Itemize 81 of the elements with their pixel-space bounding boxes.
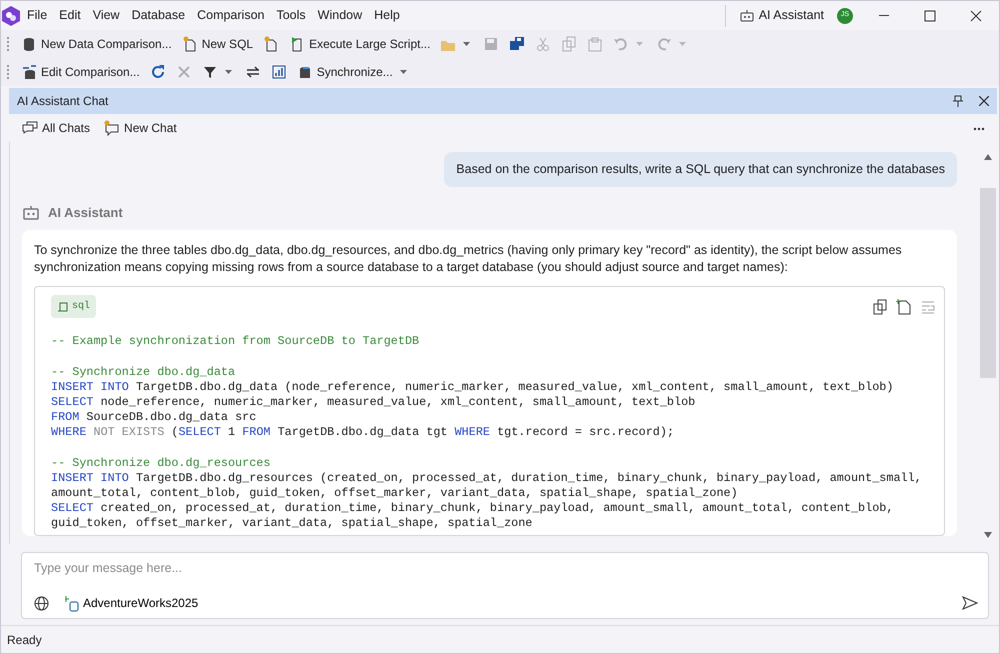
all-chats-button[interactable]: All Chats [17,117,96,139]
filter-icon [202,64,218,80]
minimize-icon [879,15,889,16]
close-icon [176,64,192,80]
save-all-icon [509,36,526,52]
code-line: SELECT created_on, processed_at, duration_time, binary_chunk, binary_payload, amount_small, amount_total, content_blob, [51,501,894,516]
database-chip[interactable]: AdventureWorks2025 [65,594,198,612]
toolbar-button[interactable]: Execute Large Script... [284,33,436,55]
send-button[interactable] [962,596,978,610]
close-icon [969,8,983,22]
globe-icon [34,596,49,610]
code-line: WHERE NOT EXISTS (SELECT 1 FROM TargetDB.dbo.dg_data tgt WHERE tgt.record = src.record); [51,425,676,440]
caret-icon [224,70,232,74]
maximize-icon [923,8,937,22]
copy-button[interactable] [872,298,888,315]
code-line: -- Example synchronization from SourceDB to TargetDB [51,334,420,350]
code-line: amount_total, content_blob, guid_token, offset_marker, variant_data, spatial_shape, spatial_zone) [51,486,739,502]
code-line: -- Synchronize dbo.dg_data [51,365,236,380]
refresh-icon [150,64,166,80]
pin-icon [953,95,963,107]
scrollbar-thumb[interactable] [980,188,996,378]
wrap-icon [920,298,936,315]
toolbar-button[interactable]: New SQL [176,33,258,55]
code-line: -- Synchronize dbo.dg_resources [51,456,272,472]
menu-item[interactable]: Help [368,6,406,25]
close-icon [979,96,989,106]
pin-button[interactable] [953,95,963,107]
chat-bubbles-icon [22,120,38,136]
database-icon [21,36,37,52]
code-line: INSERT INTO TargetDB.dbo.dg_resources (created_on, processed_at, duration_time, binary_chunk, binary_payload, amount_small, [51,471,923,486]
assistant-button[interactable]: AI Assistant [734,4,829,27]
copy-icon [872,298,888,315]
new-document-icon [896,298,912,315]
menu-item[interactable]: Database [126,6,192,25]
undo-icon [613,36,630,52]
toolbar-button[interactable]: Edit Comparison... [16,61,145,83]
language-badge: sql [51,295,96,318]
message-input: Type your message here... AdventureWorks2025 [21,552,989,619]
caret-icon [463,42,470,46]
new-chat-button[interactable]: New Chat [99,117,182,139]
report-icon [270,64,287,80]
caret-icon [636,42,644,46]
menu-item[interactable]: Window [312,6,368,25]
close-button[interactable] [979,96,989,106]
toolbar-button[interactable]: Synchronize... [292,61,415,83]
code-line: FROM SourceDB.dbo.dg_data src [51,410,258,426]
panel-title: AI Assistant Chat [17,93,110,110]
assistant-message: To synchronize the three tables dbo.dg_data, dbo.dg_resources, and dbo.dg_metrics (having only primary key "record" as identity), the script below assumes synchronization means copying missing rows from a source database to a target database (you should adjust source and target names): [34,242,903,276]
database-icon [21,64,37,80]
code-line: SELECT node_reference, numeric_marker, measured_value, xml_content, small_amount, text_blob [51,395,696,410]
paste-icon [587,36,604,52]
new-document-button[interactable] [896,298,912,315]
menu-item[interactable]: View [86,6,126,25]
database-icon [65,596,79,612]
caret-icon [400,70,407,74]
save-icon [483,36,500,52]
robot-icon [738,8,755,24]
more-icon [973,126,985,131]
user-message: Based on the comparison results, write a SQL query that can synchronize the databases [444,152,957,187]
scroll-up-icon[interactable] [984,154,992,160]
menu-item[interactable]: Edit [53,6,87,25]
globe-button[interactable] [34,596,49,610]
scroll-down-icon[interactable] [984,532,992,538]
menu-item[interactable]: Comparison [191,6,270,25]
send-icon [962,596,978,610]
chat-bubble-icon [104,120,120,136]
new-document-icon [263,36,280,52]
code-line: INSERT INTO TargetDB.dbo.dg_data (node_reference, numeric_marker, measured_value, xml_content, small_amount, text_blob) [51,380,894,396]
assistant-name: AI Assistant [48,204,123,222]
toolbar-button[interactable]: New Data Comparison... [16,33,177,55]
status-text: Ready [7,632,42,648]
redo-icon [656,36,672,52]
cut-icon [535,36,552,52]
copy-icon [561,36,578,52]
swap-arrows-icon [244,64,261,80]
robot-icon [22,204,40,222]
caret-icon [679,42,686,46]
menu-item[interactable]: File [21,6,54,25]
code-line: guid_token, offset_marker, variant_data, spatial_shape, spatial_zone [51,516,534,532]
menu-item[interactable]: Tools [270,6,312,25]
new-document-icon [182,36,198,52]
